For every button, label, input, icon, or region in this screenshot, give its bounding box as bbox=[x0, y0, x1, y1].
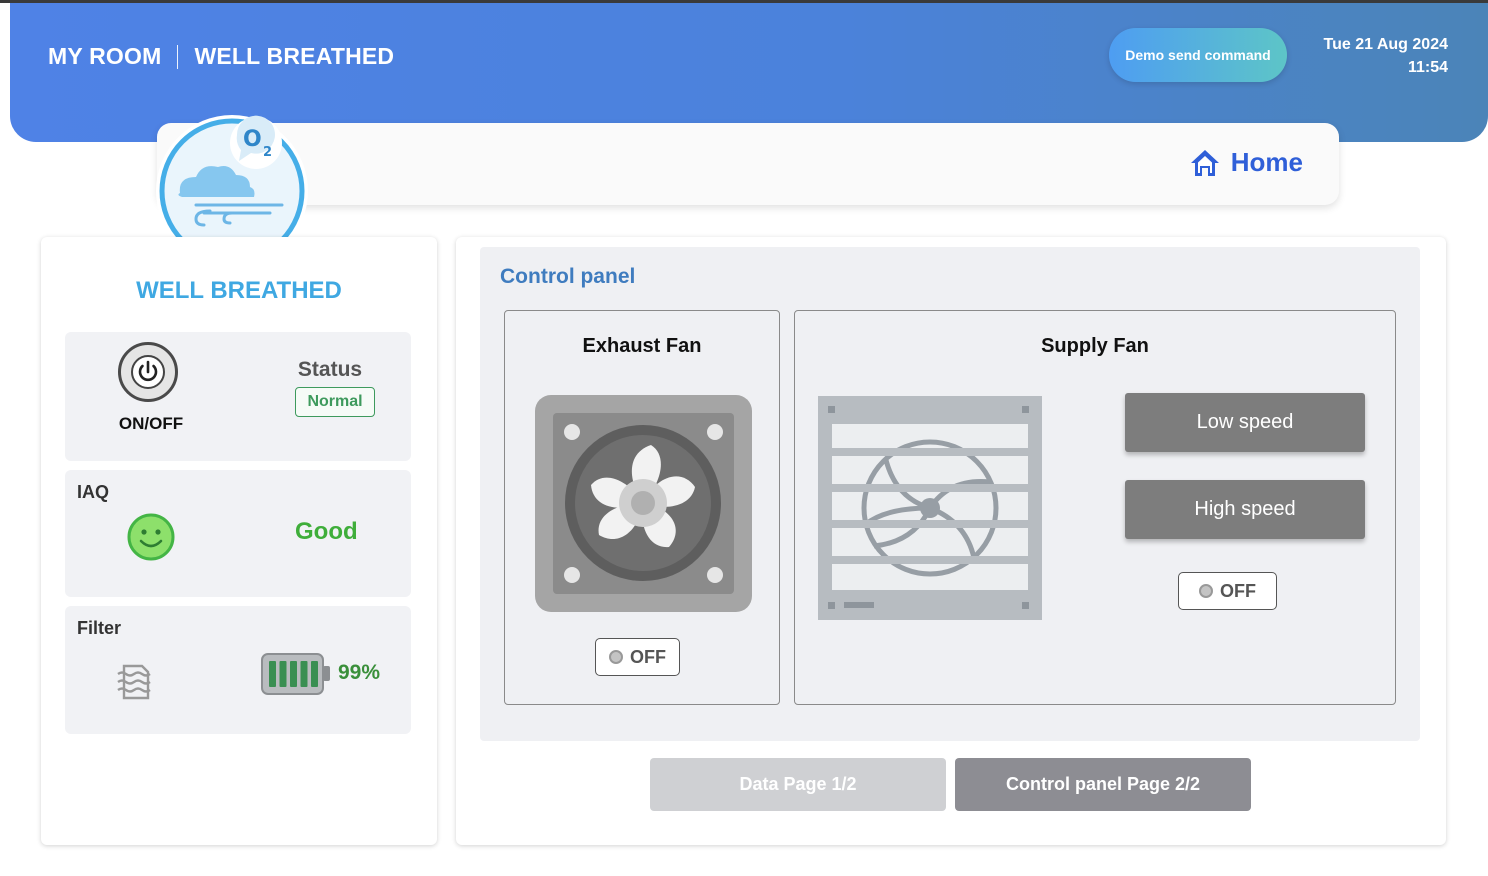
iaq-tile: IAQ Good bbox=[65, 470, 411, 597]
date-text: Tue 21 Aug 2024 bbox=[1323, 36, 1449, 53]
control-panel-page-button[interactable]: Control panel Page 2/2 bbox=[955, 758, 1251, 811]
power-status-tile: ON/OFF Status Normal bbox=[65, 332, 411, 461]
filter-percentage: 99% bbox=[338, 661, 381, 684]
supply-fan-title: Supply Fan bbox=[1041, 335, 1149, 357]
exhaust-fan-title: Exhaust Fan bbox=[582, 335, 702, 357]
brand-divider bbox=[177, 44, 179, 69]
supply-fan-toggle[interactable]: OFF bbox=[1178, 572, 1277, 610]
battery-cell bbox=[311, 661, 318, 687]
smiley-icon bbox=[127, 513, 175, 561]
battery-cell bbox=[290, 661, 297, 687]
control-panel: Control panel Exhaust Fan OFF Supply Fan… bbox=[480, 247, 1420, 741]
battery-cell bbox=[300, 661, 308, 687]
home-label: Home bbox=[1230, 147, 1303, 177]
filter-icon bbox=[117, 664, 151, 700]
device-title: WELL BREATHED bbox=[136, 277, 342, 304]
supply-fan-box: Supply Fan Low speed High speed OFF bbox=[794, 310, 1396, 705]
status-badge: Normal bbox=[295, 387, 375, 417]
high-speed-button[interactable]: High speed bbox=[1125, 480, 1365, 539]
supply-fan-toggle-label: OFF bbox=[1220, 580, 1256, 601]
power-label: ON/OFF bbox=[118, 414, 184, 433]
demo-send-command-button[interactable]: Demo send command bbox=[1109, 28, 1287, 82]
filter-tile: Filter 99% bbox=[65, 606, 411, 734]
exhaust-fan-toggle-label: OFF bbox=[630, 646, 666, 667]
data-page-button[interactable]: Data Page 1/2 bbox=[650, 758, 946, 811]
exhaust-fan-toggle[interactable]: OFF bbox=[595, 638, 680, 676]
svg-text:O: O bbox=[243, 127, 262, 152]
filter-label: Filter bbox=[77, 618, 122, 638]
control-panel-title: Control panel bbox=[500, 265, 636, 288]
status-label: Status bbox=[297, 358, 363, 381]
battery-cell bbox=[279, 661, 287, 687]
exhaust-fan-icon bbox=[535, 395, 752, 612]
room-label: MY ROOM bbox=[48, 43, 162, 69]
home-link[interactable]: Home bbox=[1189, 147, 1303, 178]
power-icon bbox=[131, 355, 165, 389]
svg-text:2: 2 bbox=[263, 145, 272, 160]
control-card: Control panel Exhaust Fan OFF Supply Fan… bbox=[456, 237, 1446, 845]
iaq-value: Good bbox=[295, 518, 358, 545]
sub-navigation-bar: Home bbox=[157, 123, 1339, 205]
iaq-label: IAQ bbox=[77, 482, 110, 502]
toggle-indicator bbox=[609, 650, 623, 664]
device-summary-card: WELL BREATHED ON/OFF Status Normal IAQ G… bbox=[41, 237, 437, 845]
exhaust-fan-box: Exhaust Fan OFF bbox=[504, 310, 780, 705]
datetime: Tue 21 Aug 2024 11:54 bbox=[1324, 33, 1449, 79]
toggle-indicator bbox=[1199, 584, 1213, 598]
battery-icon bbox=[261, 653, 330, 695]
brand: MY ROOM WELL BREATHED bbox=[48, 43, 394, 70]
time-text: 11:54 bbox=[1407, 59, 1448, 76]
low-speed-button[interactable]: Low speed bbox=[1125, 393, 1365, 452]
supply-fan-icon bbox=[818, 396, 1042, 620]
power-button[interactable] bbox=[118, 342, 178, 402]
battery-cell bbox=[269, 661, 276, 687]
house-icon bbox=[1190, 149, 1219, 176]
app-name: WELL BREATHED bbox=[194, 43, 395, 69]
